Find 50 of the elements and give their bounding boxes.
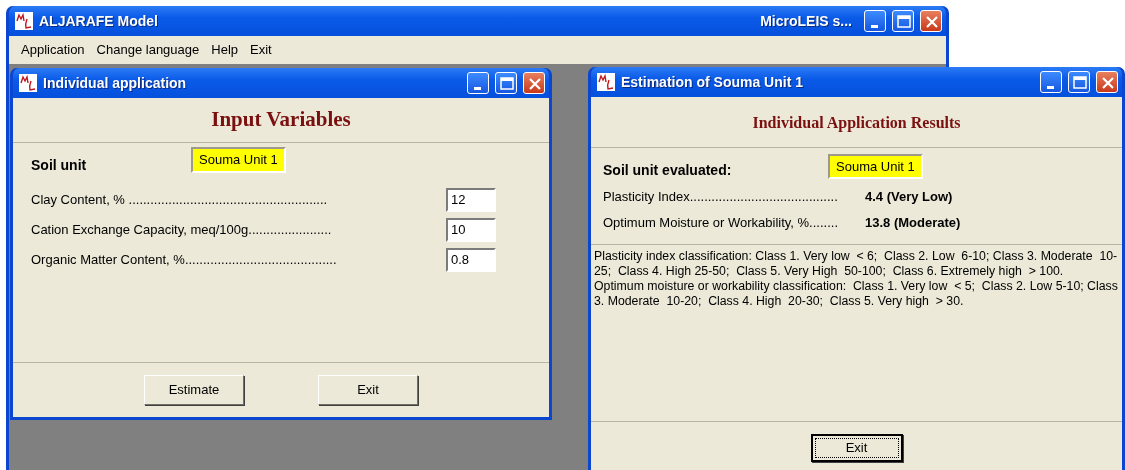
window-title: ALJARAFE Model: [39, 11, 158, 31]
window-title: MicroLEIS s...: [760, 11, 852, 31]
result-value: 4.4 (Very Low): [865, 188, 953, 206]
menu-item[interactable]: Change language: [90, 40, 206, 60]
minimize-icon: [1047, 86, 1054, 89]
dialog-button[interactable]: Exit: [810, 434, 903, 462]
menu-item[interactable]: Help: [205, 40, 244, 60]
minimize-icon: [474, 87, 481, 90]
soil-unit-field: Souma Unit 1: [828, 153, 923, 180]
field-label: Cation Exchange Capacity, meq/100g.......................: [31, 220, 332, 239]
field-label: Soil unit: [31, 155, 88, 175]
dialog-button[interactable]: Exit: [318, 375, 418, 405]
app-logo-icon: [597, 73, 615, 91]
maximize-icon: [1073, 76, 1087, 90]
app-logo-icon: [15, 12, 33, 30]
maximize-button[interactable]: [1068, 71, 1090, 93]
maximize-icon: [897, 15, 911, 29]
minimize-button[interactable]: [1040, 71, 1062, 93]
minimize-button[interactable]: [864, 10, 886, 32]
result-label: Optimum Moisture or Workability, %........: [603, 213, 839, 232]
result-value: 13.8 (Moderate): [865, 213, 961, 232]
input-field[interactable]: 0.8: [446, 247, 496, 272]
close-icon: [528, 77, 542, 91]
menu-item[interactable]: Exit: [244, 40, 278, 60]
form-heading: Input Variables: [211, 107, 351, 131]
field-label: Clay Content, % .......................................................: [31, 190, 328, 209]
maximize-button[interactable]: [892, 10, 914, 32]
close-button[interactable]: [523, 72, 545, 94]
close-button[interactable]: [920, 10, 942, 32]
dialog-button[interactable]: Estimate: [144, 375, 244, 405]
minimize-button[interactable]: [467, 72, 489, 94]
menu-item[interactable]: Application: [15, 40, 91, 60]
input-field[interactable]: 10: [446, 217, 496, 242]
result-label: Plasticity Index.........................................: [603, 188, 839, 206]
app-logo-icon: [19, 74, 37, 92]
maximize-button[interactable]: [495, 72, 517, 94]
input-field[interactable]: 12: [446, 187, 496, 212]
close-button[interactable]: [1096, 71, 1118, 93]
window-title: Individual application: [43, 73, 187, 93]
classification-text: Optimum moisture or workability classification: Class 1. Very low < 5; Class 2. Low 5-10; Class 3. Moderate 10-20; Class 4. High 20-30; Class 5. Very high > 30.: [594, 279, 1119, 309]
field-label: Soil unit evaluated:: [603, 161, 733, 180]
soil-unit-field: Souma Unit 1: [191, 147, 286, 173]
classification-text: Plasticity index classification: Class 1. Very low < 6; Class 2. Low 6-10; Class 3. Moderate 10-25; Class 4. High 25-50; Class 5. Very High 50-100; Class 6. Extremely high > 100.: [594, 249, 1119, 279]
close-icon: [1101, 76, 1115, 90]
form-heading: Individual Application Results: [752, 114, 961, 131]
minimize-icon: [871, 25, 878, 28]
maximize-icon: [500, 77, 514, 91]
close-icon: [925, 15, 939, 29]
window-title: Estimation of Souma Unit 1: [621, 72, 803, 92]
field-label: Organic Matter Content, %..........................................: [31, 250, 337, 269]
